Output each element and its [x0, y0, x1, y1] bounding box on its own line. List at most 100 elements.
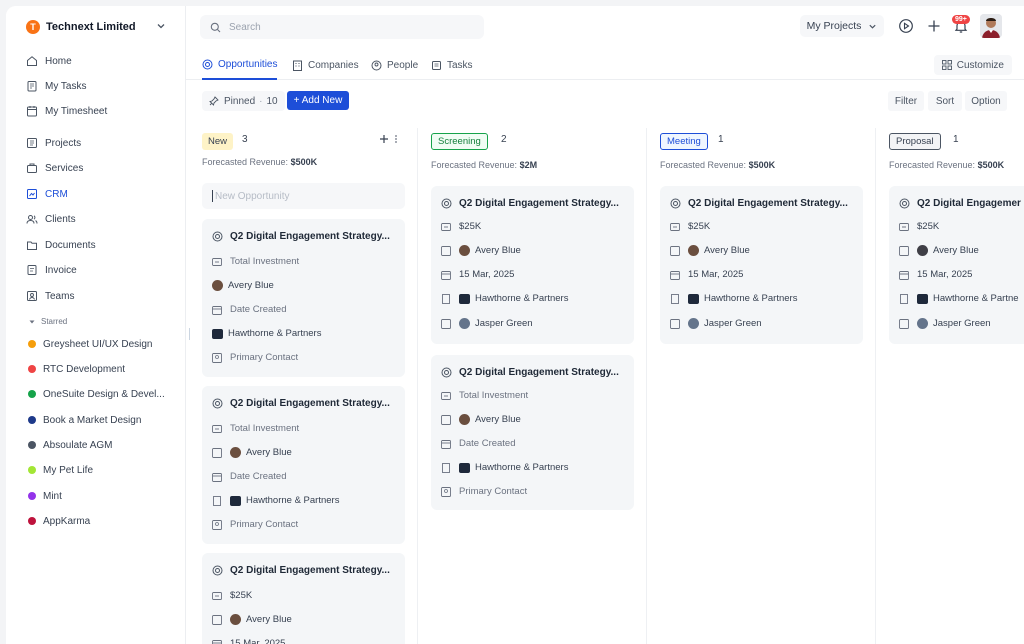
user-avatar[interactable] — [980, 14, 1002, 38]
card-contact: Primary Contact — [441, 486, 527, 497]
sidebar-item-my-tasks[interactable]: My Tasks — [26, 75, 176, 97]
sidebar-item-teams[interactable]: Teams — [26, 285, 176, 307]
card-investment: Total Investment — [441, 390, 528, 401]
my-projects-dropdown[interactable]: My Projects — [800, 15, 884, 37]
option-button[interactable]: Option — [965, 91, 1007, 111]
card-date: 15 Mar, 2025 — [441, 269, 514, 280]
card-company: Hawthorne & Partners — [670, 293, 797, 304]
project-color-dot — [28, 517, 36, 525]
pinned-label: Pinned — [224, 95, 256, 107]
board-toolbar: Pinned · 10 + Add New Filter Sort Option — [186, 90, 1024, 112]
calendar-icon — [212, 639, 222, 644]
plus-icon[interactable] — [379, 134, 389, 144]
services-icon — [27, 163, 37, 173]
sidebar-item-my-timesheet[interactable]: My Timesheet — [26, 100, 176, 122]
opportunity-card[interactable]: Q2 Digital Engagement Strategy... $25K A… — [202, 553, 405, 644]
card-company: Hawthorne & Partne — [899, 293, 1019, 304]
documents-icon — [27, 241, 37, 250]
starred-item[interactable]: OneSuite Design & Devel... — [28, 384, 178, 404]
starred-item[interactable]: Book a Market Design — [28, 410, 178, 430]
project-color-dot — [28, 441, 36, 449]
person-icon — [670, 245, 680, 256]
contact-icon — [670, 318, 680, 329]
target-icon — [212, 398, 223, 409]
tab-companies[interactable]: Companies — [292, 50, 359, 80]
more-vertical-icon[interactable] — [394, 134, 398, 144]
person-icon — [212, 614, 222, 625]
sidebar-item-label: Clients — [45, 213, 76, 225]
opportunity-card[interactable]: Q2 Digital Engagemer $25K Avery Blue 15 … — [889, 186, 1024, 344]
forecasted-revenue: Forecasted Revenue: $500K — [889, 160, 1005, 170]
building-icon — [900, 293, 908, 304]
sort-button[interactable]: Sort — [928, 91, 962, 111]
card-date: Date Created — [441, 438, 516, 449]
grid-icon — [941, 60, 952, 70]
card-company: Hawthorne & Partners — [212, 328, 321, 339]
opportunity-card[interactable]: Q2 Digital Engagement Strategy... $25K A… — [660, 186, 863, 344]
starred-item[interactable]: Greysheet UI/UX Design — [28, 334, 178, 354]
sidebar-item-documents[interactable]: Documents — [26, 234, 176, 256]
separator-dot: · — [259, 95, 263, 107]
starred-item-label: Book a Market Design — [43, 414, 142, 426]
search-input[interactable]: Search — [200, 15, 484, 39]
card-owner: Avery Blue — [441, 245, 521, 256]
starred-item[interactable]: RTC Development — [28, 359, 178, 379]
starred-item[interactable]: My Pet Life — [28, 460, 178, 480]
chevron-down-icon — [157, 24, 165, 29]
plus-icon[interactable] — [926, 18, 942, 34]
building-icon — [213, 495, 221, 506]
sidebar-item-projects[interactable]: Projects — [26, 132, 176, 154]
card-contact: Primary Contact — [212, 352, 298, 363]
starred-item-label: AppKarma — [43, 515, 91, 527]
calendar-icon — [670, 270, 680, 280]
opportunity-card[interactable]: Q2 Digital Engagement Strategy... Total … — [202, 219, 405, 377]
home-icon — [27, 56, 37, 66]
search-placeholder: Search — [229, 21, 261, 33]
contact-icon — [212, 519, 222, 530]
org-switcher[interactable]: T Technext Limited — [26, 18, 166, 36]
money-icon — [212, 257, 222, 266]
card-investment: $25K — [670, 221, 710, 232]
opportunity-card[interactable]: Q2 Digital Engagement Strategy... Total … — [431, 355, 634, 510]
card-contact: Jasper Green — [441, 318, 533, 329]
tab-opportunities[interactable]: Opportunities — [202, 50, 278, 80]
target-icon — [899, 198, 910, 209]
starred-heading[interactable]: Starred — [28, 317, 67, 326]
money-icon — [899, 222, 909, 231]
starred-item[interactable]: AppKarma — [28, 511, 178, 531]
card-contact: Jasper Green — [670, 318, 762, 329]
sidebar-item-services[interactable]: Services — [26, 157, 176, 179]
sidebar-item-invoice[interactable]: Invoice — [26, 259, 176, 281]
person-icon — [212, 447, 222, 458]
sidebar-item-clients[interactable]: Clients — [26, 208, 176, 230]
sidebar-item-label: Projects — [45, 137, 82, 149]
sidebar-item-crm[interactable]: CRM — [26, 183, 176, 205]
opportunity-card[interactable]: Q2 Digital Engagement Strategy... Total … — [202, 386, 405, 544]
clients-icon — [26, 215, 38, 224]
add-new-button[interactable]: + Add New — [287, 91, 349, 110]
tab-people[interactable]: People — [371, 50, 418, 80]
invoice-icon — [27, 265, 37, 275]
filter-button[interactable]: Filter — [888, 91, 924, 111]
company-logo — [459, 462, 470, 473]
card-date: Date Created — [212, 471, 287, 482]
target-icon — [212, 565, 223, 576]
sidebar-item-home[interactable]: Home — [26, 50, 176, 72]
starred-item[interactable]: Absoulate AGM — [28, 435, 178, 455]
new-opportunity-input[interactable]: New Opportunity — [202, 183, 405, 209]
building-icon — [671, 293, 679, 304]
company-logo — [917, 293, 928, 304]
pinned-count: 10 — [266, 95, 278, 107]
building-icon — [442, 293, 450, 304]
project-color-dot — [28, 416, 36, 424]
tab-tasks[interactable]: Tasks — [431, 50, 473, 80]
pinned-button[interactable]: Pinned · 10 — [202, 91, 285, 111]
card-investment: $25K — [212, 590, 252, 601]
card-title: Q2 Digital Engagement Strategy... — [670, 198, 848, 209]
card-company: Hawthorne & Partners — [441, 462, 568, 473]
calendar-icon — [441, 439, 451, 449]
play-icon[interactable] — [898, 18, 914, 34]
starred-item[interactable]: Mint — [28, 486, 178, 506]
customize-button[interactable]: Customize — [933, 55, 1012, 75]
opportunity-card[interactable]: Q2 Digital Engagement Strategy... $25K A… — [431, 186, 634, 344]
